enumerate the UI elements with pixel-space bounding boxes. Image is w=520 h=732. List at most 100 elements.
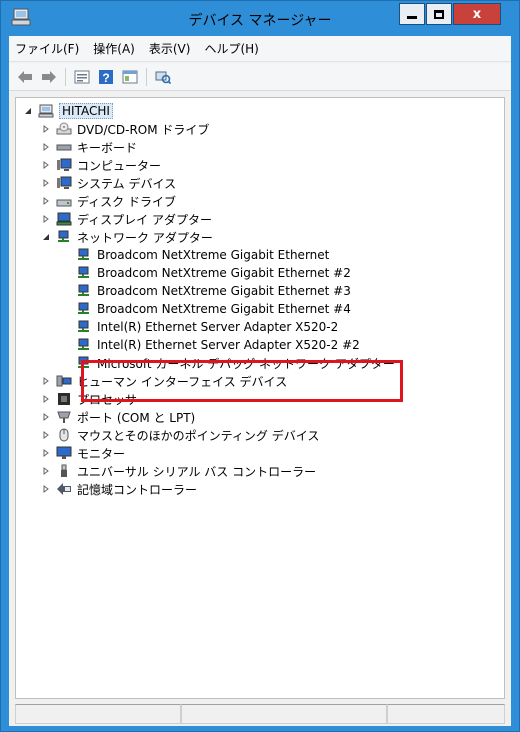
tree-category-label: ポート (COM と LPT) [77, 410, 196, 425]
properties-icon [74, 70, 90, 83]
network-adapter-icon [78, 248, 89, 260]
device-label: Microsoft カーネル デバッグ ネットワーク アダプター [97, 356, 395, 371]
menu-help[interactable]: ヘルプ(H) [204, 40, 258, 57]
expand-arrow-icon[interactable] [40, 141, 52, 153]
monitor-icon [56, 446, 72, 459]
tree-category-label: 記憶域コントローラー [77, 482, 198, 497]
status-cell [181, 704, 387, 724]
tree-category-label: ディスプレイ アダプター [77, 212, 212, 227]
dvd-drive-icon [56, 122, 72, 135]
forward-button[interactable] [39, 67, 59, 87]
device-item[interactable]: Intel(R) Ethernet Server Adapter X520-2 [76, 318, 338, 336]
help-button[interactable]: ? [96, 67, 116, 87]
minimize-icon [407, 15, 417, 19]
network-adapter-icon [78, 266, 89, 278]
menu-view[interactable]: 表示(V) [149, 40, 191, 57]
tree-category[interactable]: キーボード [40, 138, 137, 156]
device-label: Intel(R) Ethernet Server Adapter X520-2 [97, 320, 339, 334]
network-adapter-icon [78, 356, 89, 368]
svg-text:?: ? [102, 71, 109, 85]
properties-button[interactable] [72, 67, 92, 87]
expand-arrow-icon[interactable] [40, 483, 52, 495]
menu-bar: ファイル(F) 操作(A) 表示(V) ヘルプ(H) [9, 36, 511, 62]
tree-category-label: ディスク ドライブ [77, 194, 176, 209]
tree-category[interactable]: DVD/CD-ROM ドライブ [40, 120, 209, 138]
tree-category-label: システム デバイス [77, 176, 177, 191]
tree-category-label: マウスとそのほかのポインティング デバイス [77, 428, 320, 443]
menu-file[interactable]: ファイル(F) [15, 40, 79, 57]
storage-controller-icon [57, 483, 71, 495]
device-label: Broadcom NetXtreme Gigabit Ethernet #4 [97, 302, 351, 316]
device-item[interactable]: Broadcom NetXtreme Gigabit Ethernet #3 [76, 282, 351, 300]
title-bar[interactable]: デバイス マネージャー x [1, 1, 519, 35]
device-item[interactable]: Intel(R) Ethernet Server Adapter X520-2 … [76, 336, 360, 354]
expand-arrow-icon[interactable] [40, 429, 52, 441]
expand-arrow-icon[interactable] [40, 177, 52, 189]
status-cell [387, 704, 505, 724]
expand-arrow-icon[interactable] [40, 159, 52, 171]
tree-root-label: HITACHI [59, 103, 113, 119]
network-adapter-icon [78, 338, 89, 350]
device-item[interactable]: Broadcom NetXtreme Gigabit Ethernet #2 [76, 264, 351, 282]
expand-arrow-icon[interactable] [40, 447, 52, 459]
tree-category-expanded[interactable]: ネットワーク アダプター [40, 228, 213, 246]
network-adapter-icon [78, 284, 89, 296]
port-icon [57, 411, 71, 423]
close-icon: x [472, 6, 482, 22]
expand-arrow-icon[interactable] [40, 195, 52, 207]
toolbar-separator [146, 67, 147, 86]
device-item[interactable]: Broadcom NetXtreme Gigabit Ethernet [76, 246, 329, 264]
tree-category[interactable]: マウスとそのほかのポインティング デバイス [40, 426, 319, 444]
tree-category[interactable]: モニター [40, 444, 125, 462]
expand-arrow-icon[interactable] [40, 213, 52, 225]
device-tree[interactable]: HITACHI DVD/CD-ROM ドライブ キーボード コンピューター シス… [15, 97, 505, 699]
tree-category[interactable]: ディスプレイ アダプター [40, 210, 212, 228]
usb-icon [61, 464, 67, 477]
device-label: Intel(R) Ethernet Server Adapter X520-2 … [97, 338, 360, 352]
disk-drive-icon [56, 199, 72, 207]
mouse-icon [59, 428, 69, 442]
view-button[interactable] [120, 67, 140, 87]
device-item[interactable]: Microsoft カーネル デバッグ ネットワーク アダプター [76, 354, 395, 372]
keyboard-icon [56, 144, 72, 151]
tree-category[interactable]: ユニバーサル シリアル バス コントローラー [40, 462, 316, 480]
help-icon: ? [99, 69, 113, 85]
expand-arrow-icon[interactable] [40, 411, 52, 423]
minimize-button[interactable] [399, 3, 425, 25]
display-adapter-icon [56, 212, 72, 226]
expand-arrow-icon[interactable] [40, 393, 52, 405]
tree-category-label: ヒューマン インターフェイス デバイス [77, 374, 288, 389]
tree-category-label: モニター [77, 446, 126, 461]
back-button[interactable] [15, 67, 35, 87]
tree-category-label: DVD/CD-ROM ドライブ [77, 122, 210, 137]
computer-icon [57, 158, 72, 171]
tree-category-label: ユニバーサル シリアル バス コントローラー [77, 464, 317, 479]
menu-action[interactable]: 操作(A) [93, 40, 135, 57]
maximize-icon [434, 9, 444, 19]
tree-category[interactable]: コンピューター [40, 156, 161, 174]
close-button[interactable]: x [453, 3, 501, 25]
tree-root[interactable]: HITACHI [22, 102, 113, 120]
scan-hardware-icon [155, 71, 171, 84]
tree-category[interactable]: 記憶域コントローラー [40, 480, 197, 498]
tree-category[interactable]: ポート (COM と LPT) [40, 408, 195, 426]
collapse-arrow-icon[interactable] [40, 231, 52, 243]
collapse-arrow-icon[interactable] [22, 105, 34, 117]
network-adapter-icon [58, 230, 69, 242]
device-manager-window: デバイス マネージャー x ファイル(F) 操作(A) 表示(V) ヘルプ(H)… [0, 0, 520, 732]
expand-arrow-icon[interactable] [40, 123, 52, 135]
tree-category-label: キーボード [77, 140, 138, 155]
maximize-button[interactable] [426, 3, 452, 25]
tree-category[interactable]: ヒューマン インターフェイス デバイス [40, 372, 287, 390]
tree-category[interactable]: ディスク ドライブ [40, 192, 176, 210]
tree-category[interactable]: システム デバイス [40, 174, 176, 192]
network-adapter-icon [78, 320, 89, 332]
device-label: Broadcom NetXtreme Gigabit Ethernet #2 [97, 266, 351, 280]
expand-arrow-icon[interactable] [40, 465, 52, 477]
toolbar: ? [9, 63, 511, 91]
expand-arrow-icon[interactable] [40, 375, 52, 387]
scan-hardware-button[interactable] [153, 67, 173, 87]
tree-category[interactable]: プロセッサ [40, 390, 137, 408]
device-item[interactable]: Broadcom NetXtreme Gigabit Ethernet #4 [76, 300, 351, 318]
device-label: Broadcom NetXtreme Gigabit Ethernet [97, 248, 330, 262]
